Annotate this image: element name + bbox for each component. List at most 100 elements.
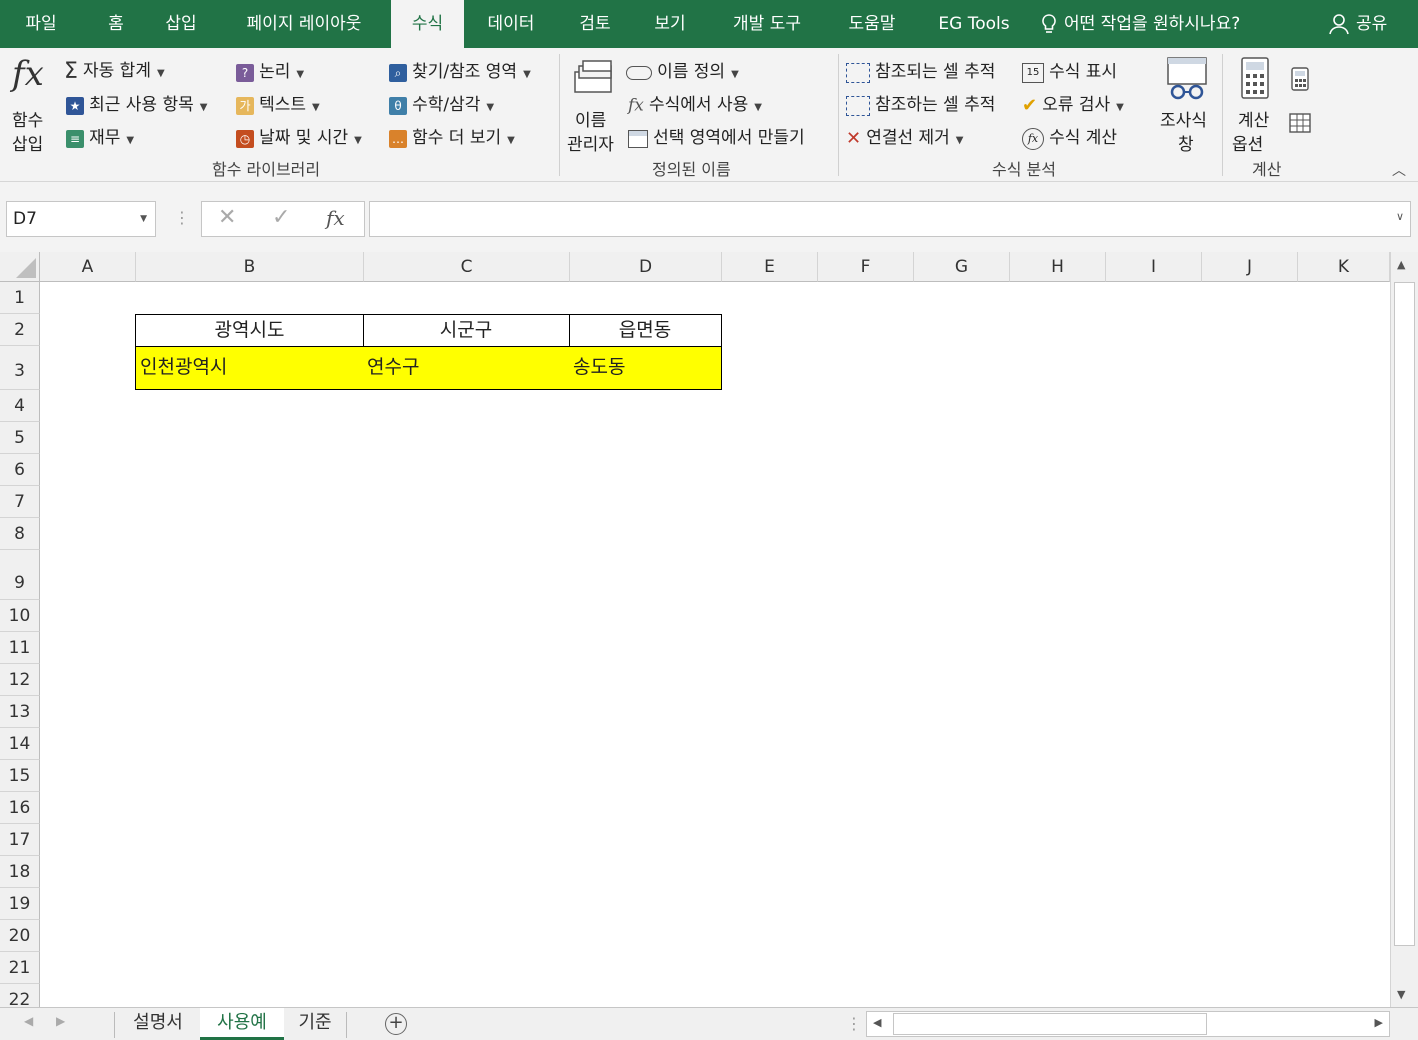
column-header-h[interactable]: H (1010, 252, 1106, 282)
row-header-18[interactable]: 18 (0, 856, 40, 888)
row-header-11[interactable]: 11 (0, 632, 40, 664)
trace-dependents-button[interactable]: 참조하는 셀 추적 (846, 90, 995, 116)
scroll-down-icon[interactable]: ▼ (1397, 988, 1405, 1001)
sheet-tab-criteria[interactable]: 기준 (284, 1008, 346, 1040)
tab-review[interactable]: 검토 (562, 0, 628, 48)
tab-home[interactable]: 홈 (90, 0, 142, 48)
row-header-17[interactable]: 17 (0, 824, 40, 856)
insert-function-button[interactable]: fx 함수 삽입 (8, 54, 54, 155)
table-header-cell[interactable]: 읍면동 (569, 314, 722, 347)
row-header-21[interactable]: 21 (0, 952, 40, 984)
row-header-4[interactable]: 4 (0, 390, 40, 422)
calculate-now-icon[interactable] (1290, 66, 1310, 92)
logical-button[interactable]: ? 논리 ▼ (236, 57, 304, 82)
collapse-ribbon-icon[interactable]: ︿ (1392, 160, 1406, 180)
name-manager-button[interactable]: 이름 관리자 (565, 56, 625, 156)
row-header-2[interactable]: 2 (0, 314, 40, 346)
row-header-14[interactable]: 14 (0, 728, 40, 760)
next-sheet-icon[interactable]: ▶ (56, 1014, 65, 1028)
tell-me-box[interactable]: 어떤 작업을 원하시나요? (1040, 0, 1240, 48)
row-header-3[interactable]: 3 (0, 346, 40, 390)
column-header-e[interactable]: E (722, 252, 818, 282)
tab-eg-tools[interactable]: EG Tools (928, 0, 1020, 48)
vertical-scroll-thumb[interactable] (1394, 282, 1415, 946)
select-all-corner[interactable] (0, 252, 40, 282)
row-header-20[interactable]: 20 (0, 920, 40, 952)
trace-precedents-button[interactable]: 참조되는 셀 추적 (846, 57, 995, 83)
share-button[interactable]: 공유 (1328, 0, 1387, 48)
autosum-button[interactable]: Σ 자동 합계 ▼ (64, 56, 165, 84)
more-functions-button[interactable]: … 함수 더 보기 ▼ (389, 123, 515, 148)
scroll-left-icon[interactable]: ◀ (873, 1016, 881, 1029)
tab-insert[interactable]: 삽입 (150, 0, 212, 48)
prev-sheet-icon[interactable]: ◀ (24, 1014, 33, 1028)
lookup-button[interactable]: ⌕ 찾기/참조 영역 ▼ (389, 57, 531, 82)
math-trig-button[interactable]: θ 수학/삼각 ▼ (389, 90, 494, 115)
scroll-right-icon[interactable]: ▶ (1375, 1016, 1383, 1029)
datetime-button[interactable]: ◷ 날짜 및 시간 ▼ (236, 123, 362, 148)
column-header-j[interactable]: J (1202, 252, 1298, 282)
row-header-15[interactable]: 15 (0, 760, 40, 792)
tab-developer[interactable]: 개발 도구 (714, 0, 820, 48)
column-header-g[interactable]: G (914, 252, 1010, 282)
column-header-b[interactable]: B (136, 252, 364, 282)
row-header-9[interactable]: 9 (0, 550, 40, 600)
formula-input[interactable]: ∨ (369, 201, 1411, 237)
column-header-k[interactable]: K (1298, 252, 1390, 282)
vertical-scrollbar[interactable]: ▲ ▼ (1390, 252, 1418, 1007)
column-header-a[interactable]: A (40, 252, 136, 282)
tab-page-layout[interactable]: 페이지 레이아웃 (224, 0, 384, 48)
row-header-10[interactable]: 10 (0, 600, 40, 632)
show-formulas-button[interactable]: 15 수식 표시 (1022, 57, 1117, 83)
tab-formulas[interactable]: 수식 (391, 0, 464, 50)
tab-split-grip-icon[interactable]: ⋮ (846, 1014, 862, 1033)
tab-view[interactable]: 보기 (640, 0, 700, 48)
row-header-1[interactable]: 1 (0, 282, 40, 314)
tab-data[interactable]: 데이터 (474, 0, 548, 48)
tab-file[interactable]: 파일 (8, 0, 74, 48)
table-value-cell[interactable]: 연수구 (363, 346, 570, 390)
row-header-22[interactable]: 22 (0, 984, 40, 1007)
row-header-19[interactable]: 19 (0, 888, 40, 920)
evaluate-formula-button[interactable]: fx 수식 계산 (1022, 123, 1117, 150)
define-name-button[interactable]: 이름 정의 ▼ (626, 57, 739, 82)
row-header-7[interactable]: 7 (0, 486, 40, 518)
formula-bar-grip-icon[interactable]: ⋮ (174, 208, 190, 227)
tab-help[interactable]: 도움말 (834, 0, 910, 48)
chevron-down-icon[interactable]: ▼ (140, 202, 147, 236)
row-header-16[interactable]: 16 (0, 792, 40, 824)
error-checking-button[interactable]: ✔ 오류 검사 ▼ (1022, 90, 1124, 116)
column-header-c[interactable]: C (364, 252, 570, 282)
column-header-i[interactable]: I (1106, 252, 1202, 282)
row-header-13[interactable]: 13 (0, 696, 40, 728)
row-header-6[interactable]: 6 (0, 454, 40, 486)
recent-functions-button[interactable]: ★ 최근 사용 항목 ▼ (66, 90, 207, 115)
table-value-cell[interactable]: 송도동 (569, 346, 722, 390)
sheet-tab-example[interactable]: 사용예 (200, 1008, 284, 1040)
table-value-cell[interactable]: 인천광역시 (135, 346, 364, 390)
text-functions-button[interactable]: 가 텍스트 ▼ (236, 90, 320, 115)
name-box[interactable]: D7 ▼ (6, 201, 156, 237)
row-header-8[interactable]: 8 (0, 518, 40, 550)
financial-button[interactable]: ≡ 재무 ▼ (66, 123, 134, 148)
insert-function-icon[interactable]: fx (326, 206, 345, 230)
column-header-f[interactable]: F (818, 252, 914, 282)
enter-icon[interactable]: ✓ (272, 205, 290, 230)
table-header-cell[interactable]: 광역시도 (135, 314, 364, 347)
row-header-5[interactable]: 5 (0, 422, 40, 454)
sheet-tab-manual[interactable]: 설명서 (116, 1008, 200, 1040)
calculation-options-button[interactable]: 계산 옵션 (1228, 54, 1286, 155)
create-from-selection-button[interactable]: 선택 영역에서 만들기 (628, 123, 805, 148)
expand-formula-bar-icon[interactable]: ∨ (1396, 210, 1404, 223)
horizontal-scroll-thumb[interactable] (893, 1013, 1207, 1035)
row-header-12[interactable]: 12 (0, 664, 40, 696)
watch-window-button[interactable]: 조사식 창 (1158, 54, 1216, 155)
scroll-up-icon[interactable]: ▲ (1397, 258, 1405, 271)
column-header-d[interactable]: D (570, 252, 722, 282)
use-in-formula-button[interactable]: fx 수식에서 사용 ▼ (628, 90, 762, 116)
table-header-cell[interactable]: 시군구 (363, 314, 570, 347)
calculate-sheet-icon[interactable] (1288, 112, 1314, 136)
add-sheet-icon[interactable]: + (385, 1013, 407, 1035)
horizontal-scrollbar[interactable]: ◀ ▶ (866, 1011, 1390, 1037)
remove-arrows-button[interactable]: ✕ 연결선 제거 ▼ (846, 123, 964, 149)
